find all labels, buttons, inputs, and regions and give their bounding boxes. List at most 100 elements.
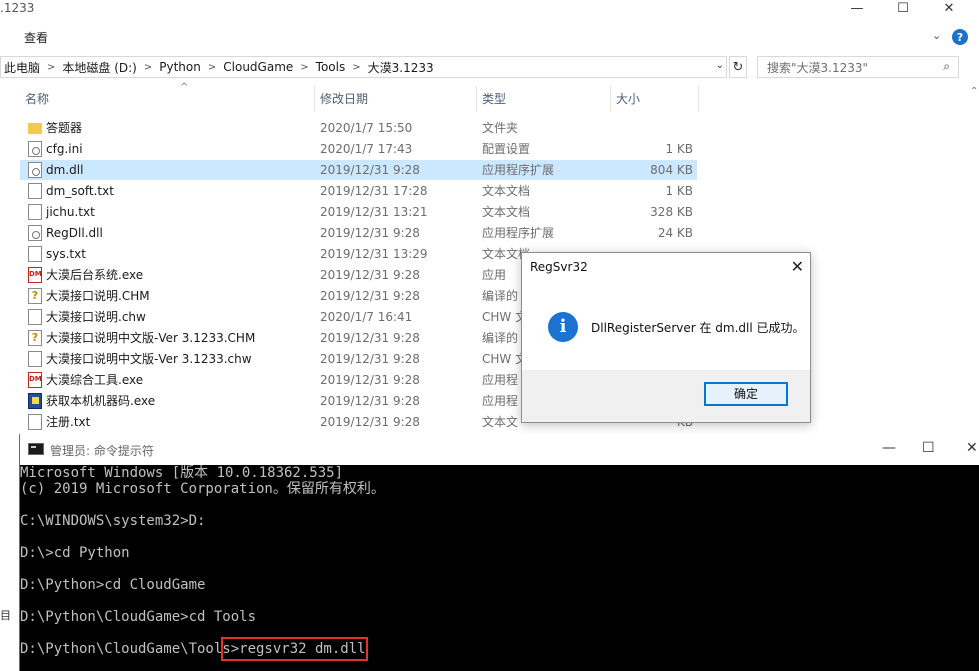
file-name: dm.dll (46, 163, 84, 177)
refresh-button[interactable]: ↻ (729, 56, 747, 78)
file-name: sys.txt (46, 247, 86, 261)
file-name: cfg.ini (46, 142, 83, 156)
file-name: 大漠后台系统.exe (46, 268, 144, 282)
file-name: 大漠接口说明.CHM (46, 289, 150, 303)
file-row[interactable]: dm.dll 2019/12/31 9:28 应用程序扩展 804 KB (20, 160, 697, 180)
text-file-icon (28, 351, 42, 367)
column-header-name[interactable]: 名称 (20, 86, 315, 112)
file-size: 1 KB (665, 142, 693, 156)
dialog-close-button[interactable]: ✕ (791, 257, 804, 276)
file-type: 应用程序扩展 (482, 163, 555, 177)
cmd-maximize-button[interactable]: ☐ (922, 440, 935, 456)
chevron-right-icon[interactable]: > (43, 62, 59, 73)
column-header-size[interactable]: 大小 (611, 86, 699, 112)
text-file-icon (28, 309, 42, 325)
cmd-line: C:\WINDOWS\system32>D: (20, 513, 206, 529)
ribbon-collapse-icon[interactable]: ⌄ (932, 29, 941, 42)
search-placeholder: 搜索"大漠3.1233" (767, 60, 869, 75)
file-name: 大漠接口说明中文版-Ver 3.1233.CHM (46, 331, 256, 345)
help-icon[interactable]: ? (952, 29, 968, 45)
command-prompt-window[interactable]: 管理员: 命令提示符 — ☐ ✕ Microsoft Windows [版本 1… (19, 434, 979, 671)
text-file-icon (28, 183, 42, 199)
breadcrumb-drive-d[interactable]: 本地磁盘 (D:) (59, 59, 139, 76)
chevron-right-icon[interactable]: > (204, 62, 220, 73)
chevron-right-icon[interactable]: > (296, 62, 312, 73)
file-size: 1 KB (665, 184, 693, 198)
cmd-line: D:\Python\CloudGame>cd Tools (20, 609, 257, 625)
address-dropdown-icon[interactable]: ⌄ (716, 60, 724, 71)
chevron-right-icon[interactable]: > (140, 62, 156, 73)
column-header-modified[interactable]: 修改日期 (315, 86, 477, 112)
file-type: 应用程 (482, 373, 519, 387)
sort-ascending-icon: ^ (180, 82, 189, 93)
file-modified: 2019/12/31 9:28 (320, 394, 420, 408)
close-button[interactable]: ✕ (926, 0, 972, 16)
settings-file-icon (28, 141, 42, 157)
file-size: 804 KB (650, 163, 693, 177)
file-modified: 2019/12/31 13:21 (320, 205, 428, 219)
file-type: 文本文 (482, 415, 519, 429)
minimize-button[interactable]: — (834, 0, 880, 16)
tab-view[interactable]: 查看 (24, 29, 48, 46)
scrollbar-up-icon[interactable]: ⌃ (970, 86, 978, 97)
file-modified: 2020/1/7 15:50 (320, 121, 413, 135)
file-row[interactable]: jichu.txt 2019/12/31 13:21 文本文档 328 KB (20, 202, 697, 222)
breadcrumb-current-folder[interactable]: 大漠3.1233 (365, 59, 437, 76)
dialog-title: RegSvr32 (530, 260, 588, 274)
file-type: 应用程 (482, 394, 519, 408)
settings-file-icon (28, 162, 42, 178)
file-row[interactable]: dm_soft.txt 2019/12/31 17:28 文本文档 1 KB (20, 181, 697, 201)
file-modified: 2019/12/31 13:29 (320, 247, 428, 261)
dialog-footer: 确定 (522, 370, 810, 422)
search-input[interactable]: 搜索"大漠3.1233" ⌕ (757, 56, 959, 78)
dialog-message: DllRegisterServer 在 dm.dll 已成功。 (591, 321, 805, 335)
file-row[interactable]: 答题器 2020/1/7 15:50 文件夹 (20, 118, 697, 138)
file-name: jichu.txt (46, 205, 95, 219)
file-modified: 2019/12/31 9:28 (320, 163, 420, 177)
file-name: 获取本机机器码.exe (46, 394, 156, 408)
file-type: 应用 (482, 268, 507, 282)
cmd-line: (c) 2019 Microsoft Corporation。保留所有权利。 (20, 481, 385, 497)
file-type: 配置设置 (482, 142, 531, 156)
help-file-icon: ? (28, 288, 42, 304)
chevron-right-icon[interactable]: > (348, 62, 364, 73)
cmd-line (20, 497, 979, 513)
file-modified: 2019/12/31 9:28 (320, 268, 420, 282)
file-type: 文件夹 (482, 121, 519, 135)
dm-app-icon: DM (28, 267, 42, 283)
address-bar[interactable]: 此电脑 > 本地磁盘 (D:) > Python > CloudGame > T… (0, 56, 727, 78)
file-modified: 2019/12/31 9:28 (320, 352, 420, 366)
cmd-close-button[interactable]: ✕ (966, 440, 978, 456)
file-modified: 2019/12/31 9:28 (320, 373, 420, 387)
settings-file-icon (28, 225, 42, 241)
cmd-minimize-button[interactable]: — (882, 440, 896, 456)
breadcrumb-this-pc[interactable]: 此电脑 (1, 59, 43, 76)
breadcrumb-python[interactable]: Python (156, 60, 204, 74)
search-icon[interactable]: ⌕ (943, 59, 950, 74)
terminal-icon (28, 443, 44, 455)
file-name: 注册.txt (46, 415, 91, 429)
text-file-icon (28, 246, 42, 262)
cmd-line: D:\>cd Python (20, 545, 130, 561)
file-row[interactable]: RegDll.dll 2019/12/31 9:28 应用程序扩展 24 KB (20, 223, 697, 243)
file-name: dm_soft.txt (46, 184, 114, 198)
cmd-title: 管理员: 命令提示符 (50, 444, 154, 458)
cmd-line: Microsoft Windows [版本 10.0.18362.535] (20, 465, 344, 481)
file-modified: 2019/12/31 9:28 (320, 331, 420, 345)
maximize-button[interactable]: ☐ (880, 0, 926, 16)
file-type: 编译的 (482, 289, 519, 303)
ok-button[interactable]: 确定 (704, 382, 788, 406)
breadcrumb-cloudgame[interactable]: CloudGame (220, 60, 296, 74)
help-file-icon: ? (28, 330, 42, 346)
file-name: 大漠综合工具.exe (46, 373, 144, 387)
file-name: 大漠接口说明中文版-Ver 3.1233.chw (46, 352, 252, 366)
cmd-title-bar[interactable]: 管理员: 命令提示符 — ☐ ✕ (20, 434, 979, 465)
file-modified: 2019/12/31 9:28 (320, 289, 420, 303)
file-modified: 2019/12/31 9:28 (320, 415, 420, 429)
column-header-type[interactable]: 类型 (477, 86, 611, 112)
breadcrumb-tools[interactable]: Tools (313, 60, 349, 74)
file-name: 大漠接口说明.chw (46, 310, 146, 324)
file-row[interactable]: cfg.ini 2020/1/7 17:43 配置设置 1 KB (20, 139, 697, 159)
window-title: .1233 (0, 1, 35, 15)
cmd-output[interactable]: Microsoft Windows [版本 10.0.18362.535] (c)… (20, 465, 979, 657)
